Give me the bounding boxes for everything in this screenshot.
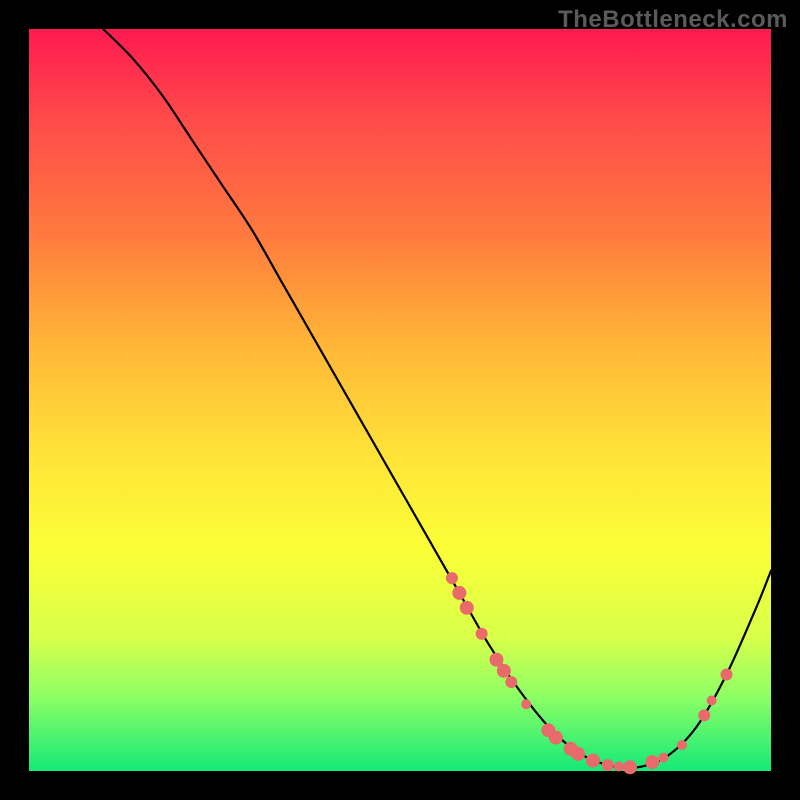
chart-svg [29, 29, 771, 771]
bottleneck-curve [103, 29, 771, 768]
watermark-label: TheBottleneck.com [558, 6, 788, 34]
highlight-marker [658, 753, 668, 763]
highlight-marker [623, 760, 637, 774]
plot-area [29, 29, 771, 771]
highlight-marker [677, 740, 687, 750]
highlight-marker [476, 628, 488, 640]
highlight-marker [505, 676, 517, 688]
highlight-marker [460, 601, 474, 615]
highlight-markers [446, 572, 733, 774]
highlight-marker [645, 755, 659, 769]
highlight-marker [614, 762, 624, 772]
highlight-marker [602, 759, 614, 771]
highlight-marker [698, 709, 710, 721]
highlight-marker [571, 747, 585, 761]
highlight-marker [586, 754, 600, 768]
highlight-marker [497, 664, 511, 678]
highlight-marker [446, 572, 458, 584]
chart-frame: TheBottleneck.com [0, 0, 800, 800]
highlight-marker [452, 586, 466, 600]
highlight-marker [720, 669, 732, 681]
highlight-marker [521, 699, 531, 709]
highlight-marker [707, 696, 717, 706]
highlight-marker [549, 731, 563, 745]
